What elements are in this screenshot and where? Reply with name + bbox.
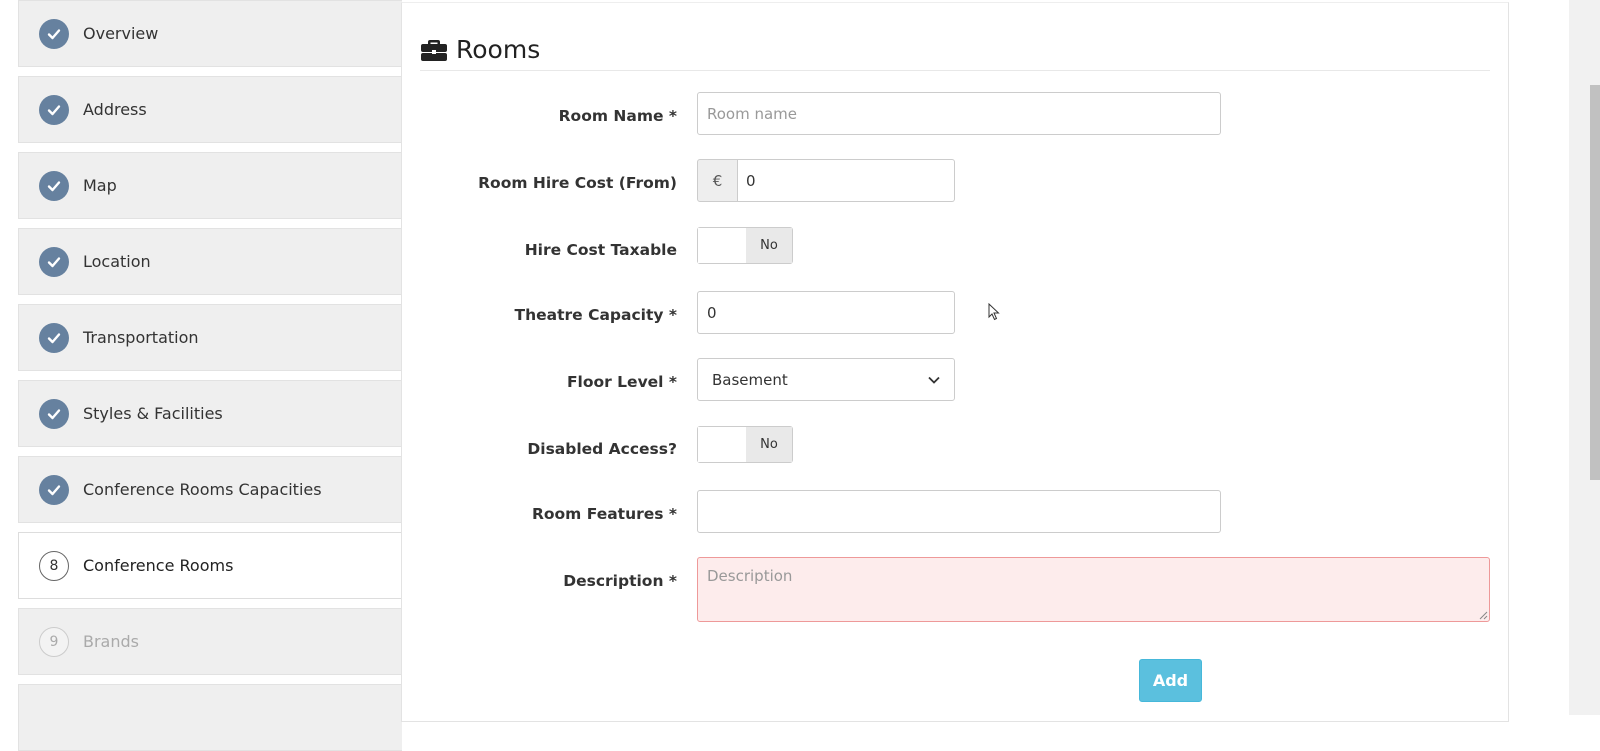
hire-taxable-label: Hire Cost Taxable	[524, 241, 677, 259]
step-label: Location	[83, 252, 151, 271]
disabled-access-label: Disabled Access?	[527, 440, 677, 458]
currency-addon: €	[697, 159, 738, 202]
rooms-panel: Rooms Room Name * Room name Room Hire Co…	[401, 2, 1509, 722]
step-map[interactable]: Map	[18, 152, 402, 219]
page-title: Rooms	[456, 35, 541, 64]
description-label: Description *	[563, 572, 677, 590]
toggle-knob	[698, 427, 746, 462]
floor-level-label: Floor Level *	[566, 373, 677, 391]
step-location[interactable]: Location	[18, 228, 402, 295]
check-icon	[39, 474, 69, 505]
check-icon	[39, 398, 69, 429]
step-label: Brands	[83, 632, 139, 651]
check-icon	[39, 170, 69, 201]
disabled-access-toggle[interactable]: No	[697, 426, 793, 463]
room-name-input[interactable]: Room name	[697, 92, 1221, 135]
step-transportation[interactable]: Transportation	[18, 304, 402, 371]
step-label: Overview	[83, 24, 159, 43]
hire-cost-input[interactable]: 0	[738, 159, 955, 202]
panel-header: Rooms	[420, 29, 1490, 71]
step-overview[interactable]: Overview	[18, 0, 402, 67]
toggle-state: No	[746, 427, 792, 462]
page-scrollbar[interactable]	[1569, 0, 1600, 715]
room-features-label: Room Features *	[531, 505, 677, 523]
resize-grip-icon[interactable]	[1479, 611, 1488, 620]
step-conference-rooms[interactable]: 8 Conference Rooms	[18, 532, 402, 599]
room-features-input[interactable]	[697, 490, 1221, 533]
hire-cost-input-group: € 0	[697, 159, 955, 202]
step-label: Transportation	[83, 328, 199, 347]
add-button[interactable]: Add	[1139, 659, 1202, 702]
hire-cost-label: Room Hire Cost (From)	[478, 174, 677, 192]
step-styles-facilities[interactable]: Styles & Facilities	[18, 380, 402, 447]
hire-taxable-toggle[interactable]: No	[697, 227, 793, 264]
check-icon	[39, 246, 69, 277]
description-placeholder: Description	[707, 567, 793, 585]
step-number: 9	[39, 626, 69, 657]
floor-level-selected: Basement	[712, 370, 788, 389]
step-next[interactable]	[18, 684, 402, 751]
chevron-down-icon	[928, 376, 940, 384]
toggle-state: No	[746, 228, 792, 263]
step-label: Conference Rooms	[83, 556, 234, 575]
step-address[interactable]: Address	[18, 76, 402, 143]
step-conference-rooms-capacities[interactable]: Conference Rooms Capacities	[18, 456, 402, 523]
step-label: Address	[83, 100, 147, 119]
theatre-capacity-label: Theatre Capacity *	[514, 306, 677, 324]
step-label: Styles & Facilities	[83, 404, 223, 423]
step-label: Map	[83, 176, 117, 195]
check-icon	[39, 322, 69, 353]
step-label: Conference Rooms Capacities	[83, 480, 322, 499]
scrollbar-thumb[interactable]	[1590, 85, 1600, 480]
check-icon	[39, 18, 69, 49]
theatre-capacity-input[interactable]: 0	[697, 291, 955, 334]
wizard-steps-sidebar: Overview Address Map Location Transporta…	[18, 0, 402, 751]
check-icon	[39, 94, 69, 125]
description-textarea[interactable]: Description	[697, 557, 1490, 622]
room-name-label: Room Name *	[558, 107, 677, 125]
toggle-knob	[698, 228, 746, 263]
floor-level-select[interactable]: Basement	[697, 358, 955, 401]
briefcase-icon	[421, 39, 447, 61]
mouse-cursor-icon	[988, 303, 1000, 321]
step-number: 8	[39, 550, 69, 581]
step-brands[interactable]: 9 Brands	[18, 608, 402, 675]
